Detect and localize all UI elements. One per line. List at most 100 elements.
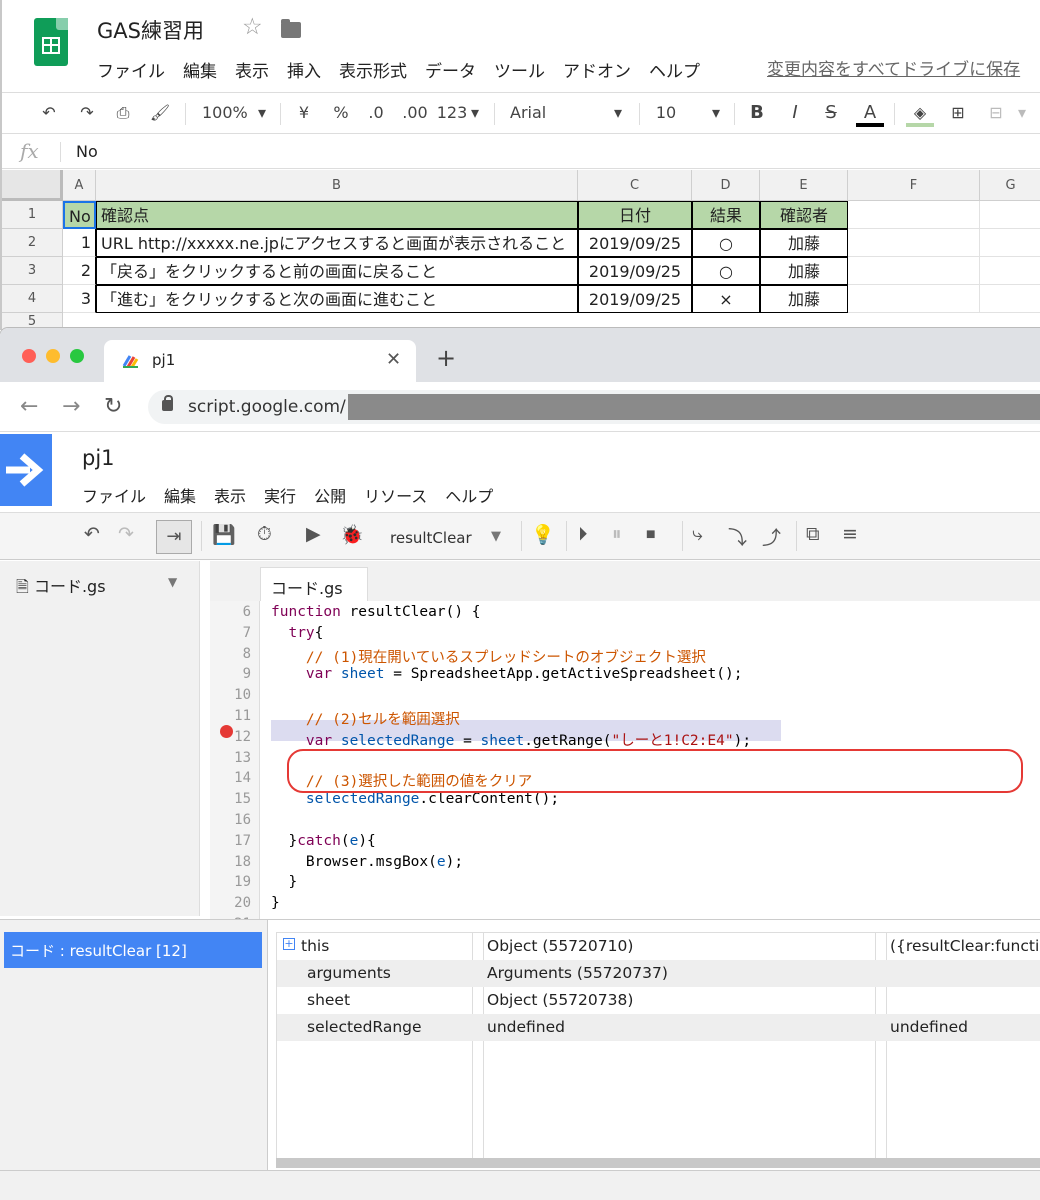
italic-button[interactable]: I: [784, 93, 806, 133]
font-select[interactable]: Arial: [510, 93, 550, 133]
table-cell[interactable]: ○: [692, 257, 760, 285]
column-header[interactable]: E: [760, 170, 848, 201]
debug-bug-icon[interactable]: 🐞: [340, 523, 364, 546]
table-cell[interactable]: 2019/09/25: [578, 285, 692, 313]
zoom-chevron-down-icon[interactable]: ▾: [254, 93, 270, 133]
close-window-button[interactable]: [22, 349, 36, 363]
menu-item[interactable]: データ: [425, 57, 476, 82]
header-cell[interactable]: 結果: [692, 201, 760, 229]
save-icon[interactable]: 💾: [212, 523, 236, 546]
save-status-link[interactable]: 変更内容をすべてドライブに保存: [767, 55, 1020, 80]
undo-icon[interactable]: ↶: [37, 93, 61, 133]
column-header[interactable]: C: [578, 170, 692, 201]
menu-item[interactable]: 表示形式: [339, 57, 407, 82]
variable-row[interactable]: arguments Arguments (55720737): [277, 960, 1040, 987]
menu-item[interactable]: 編集: [164, 483, 196, 507]
paint-format-icon[interactable]: 🖌: [148, 93, 172, 133]
decrease-decimal-button[interactable]: .0: [362, 93, 390, 133]
borders-icon[interactable]: ⊞: [946, 93, 970, 133]
apps-script-logo-icon[interactable]: [0, 434, 52, 506]
table-cell[interactable]: ×: [692, 285, 760, 313]
table-cell[interactable]: 2019/09/25: [578, 229, 692, 257]
menu-item[interactable]: ヘルプ: [445, 483, 493, 507]
table-cell[interactable]: 加藤: [760, 229, 848, 257]
table-cell[interactable]: [980, 201, 1040, 229]
column-header[interactable]: A: [63, 170, 96, 201]
menu-item[interactable]: 挿入: [287, 57, 321, 82]
table-cell[interactable]: 2019/09/25: [578, 257, 692, 285]
menu-item[interactable]: アドオン: [563, 57, 631, 82]
table-cell[interactable]: 「戻る」をクリックすると前の画面に戻ること: [96, 257, 578, 285]
close-tab-icon[interactable]: ✕: [386, 349, 401, 370]
menu-item[interactable]: 編集: [183, 57, 217, 82]
table-cell[interactable]: [980, 257, 1040, 285]
pause-icon[interactable]: ⏸: [612, 523, 622, 545]
text-color-button[interactable]: A: [856, 93, 884, 133]
lightbulb-icon[interactable]: 💡: [531, 523, 555, 546]
toggle-breakpoints-icon[interactable]: ⧉: [806, 523, 820, 545]
column-header[interactable]: B: [96, 170, 578, 201]
header-cell[interactable]: 日付: [578, 201, 692, 229]
format-chevron-down-icon[interactable]: ▾: [468, 93, 482, 133]
increase-decimal-button[interactable]: .00: [398, 93, 432, 133]
call-stack-item[interactable]: コード : resultClear [12]: [4, 932, 262, 968]
menu-item[interactable]: リソース: [364, 483, 427, 507]
minimize-window-button[interactable]: [46, 349, 60, 363]
forward-icon[interactable]: →: [62, 394, 80, 419]
menu-item[interactable]: 表示: [214, 483, 246, 507]
redo-icon[interactable]: ↷: [118, 523, 134, 545]
table-cell[interactable]: 加藤: [760, 257, 848, 285]
format-button[interactable]: 123: [436, 93, 468, 133]
table-cell[interactable]: 加藤: [760, 285, 848, 313]
file-item[interactable]: 🗎 コード.gs: [16, 573, 106, 603]
sheets-logo-icon[interactable]: [34, 18, 68, 66]
font-size-select[interactable]: 10: [654, 93, 678, 133]
document-title[interactable]: GAS練習用: [97, 15, 204, 45]
header-cell[interactable]: No: [63, 201, 96, 229]
table-cell[interactable]: [980, 285, 1040, 313]
row-header[interactable]: 2: [2, 229, 63, 257]
zoom-select[interactable]: 100%: [202, 93, 248, 133]
table-cell[interactable]: [980, 229, 1040, 257]
expand-plus-icon[interactable]: +: [283, 938, 295, 950]
column-header[interactable]: G: [980, 170, 1040, 201]
table-cell[interactable]: 1: [63, 229, 96, 257]
variable-row[interactable]: selectedRange undefined undefined: [277, 1014, 1040, 1041]
formula-input[interactable]: No: [76, 142, 98, 161]
fill-color-icon[interactable]: ◈: [906, 93, 934, 133]
triggers-clock-icon[interactable]: ⏱: [257, 523, 272, 545]
add-watch-icon[interactable]: ≡: [842, 523, 858, 545]
folder-icon[interactable]: [281, 19, 301, 38]
table-cell[interactable]: 3: [63, 285, 96, 313]
bold-button[interactable]: B: [746, 93, 768, 133]
step-over-icon[interactable]: ⤵: [728, 523, 747, 550]
size-chevron-down-icon[interactable]: ▾: [708, 93, 724, 133]
horizontal-scrollbar[interactable]: [276, 1158, 1040, 1168]
step-into-icon[interactable]: ⤷: [692, 523, 703, 545]
row-header[interactable]: 3: [2, 257, 63, 285]
menu-item[interactable]: 公開: [314, 483, 346, 507]
menu-item[interactable]: ツール: [494, 57, 545, 82]
function-select[interactable]: resultClear ▼: [375, 520, 513, 554]
font-chevron-down-icon[interactable]: ▾: [610, 93, 626, 133]
header-cell[interactable]: 確認点: [96, 201, 578, 229]
url-input[interactable]: script.google.com/: [148, 390, 1040, 424]
variable-row[interactable]: sheet Object (55720738): [277, 987, 1040, 1014]
table-cell[interactable]: [848, 229, 980, 257]
table-cell[interactable]: 「進む」をクリックすると次の画面に進むこと: [96, 285, 578, 313]
menu-item[interactable]: ヘルプ: [649, 57, 700, 82]
variable-row[interactable]: + this Object (55720710) ({resultClear:func…: [277, 933, 1040, 960]
redo-icon[interactable]: ↷: [75, 93, 99, 133]
stop-icon[interactable]: ⏹: [646, 523, 656, 545]
column-header[interactable]: F: [848, 170, 980, 201]
star-icon[interactable]: ☆: [242, 14, 263, 40]
currency-button[interactable]: ¥: [294, 93, 314, 133]
step-out-icon[interactable]: ⤴: [762, 523, 781, 550]
indent-icon[interactable]: ⇥: [156, 520, 192, 554]
continue-icon[interactable]: ⏵: [578, 523, 588, 545]
menu-item[interactable]: ファイル: [82, 483, 146, 507]
select-all-corner[interactable]: [2, 170, 63, 201]
run-icon[interactable]: ▶: [306, 523, 321, 545]
table-cell[interactable]: 2: [63, 257, 96, 285]
menu-item[interactable]: ファイル: [97, 57, 165, 82]
